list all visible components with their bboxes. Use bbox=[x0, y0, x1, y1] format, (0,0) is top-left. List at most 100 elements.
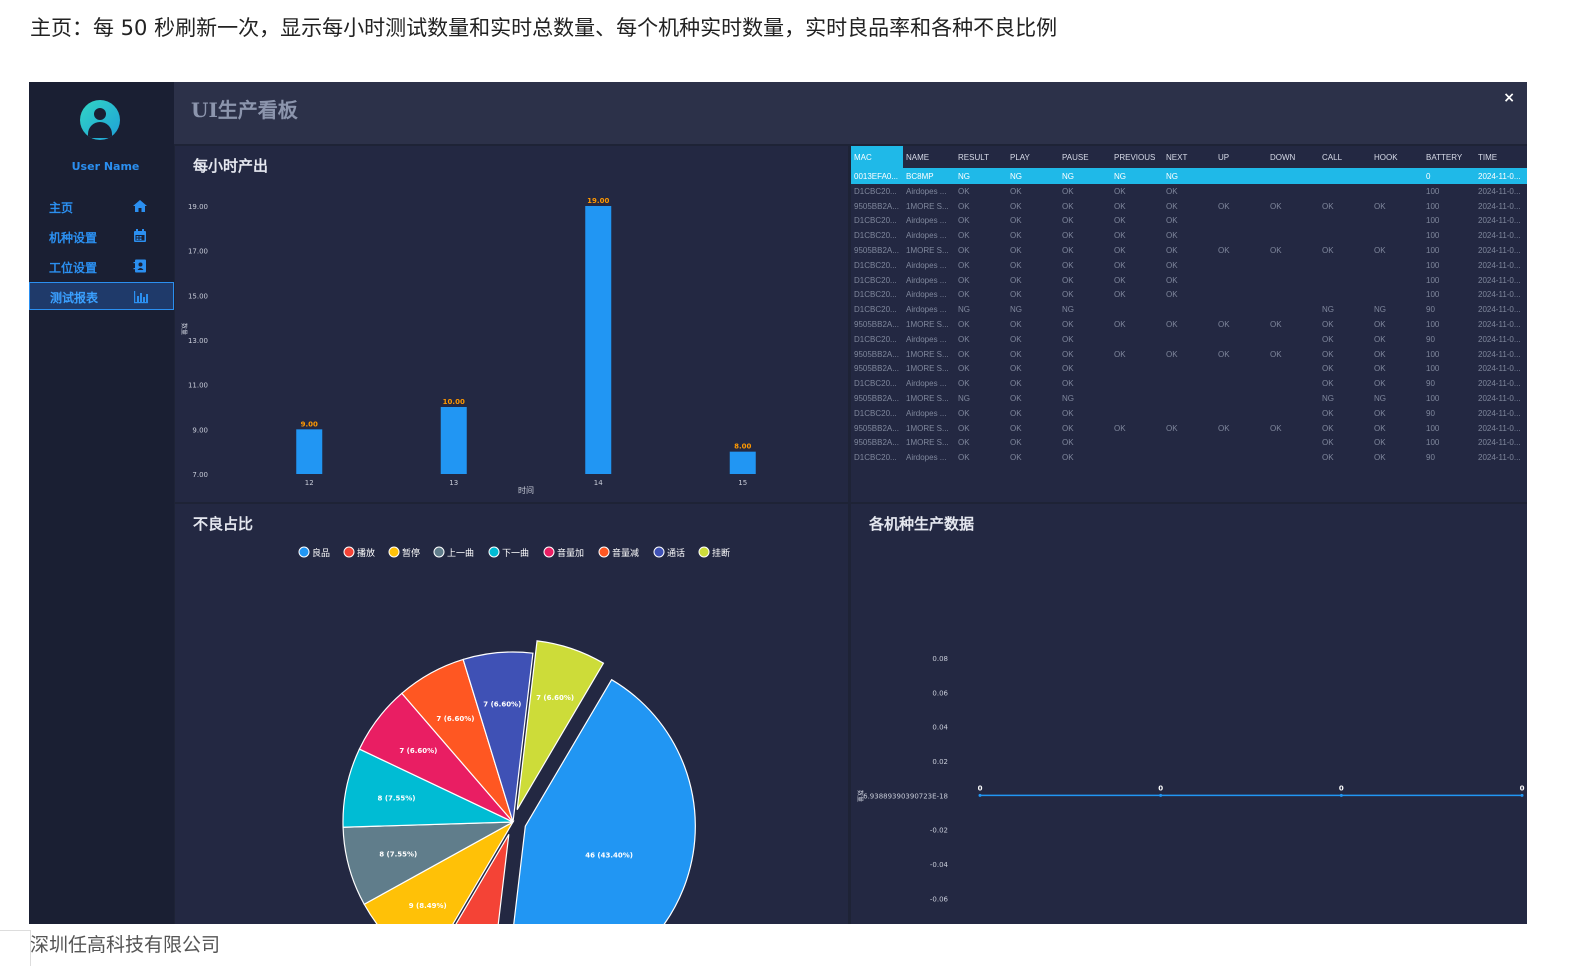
table-cell bbox=[1319, 168, 1371, 184]
table-cell bbox=[1319, 258, 1371, 273]
table-header-previous[interactable]: PREVIOUS bbox=[1111, 146, 1163, 168]
table-cell: OK bbox=[1114, 246, 1126, 256]
table-cell bbox=[1319, 273, 1371, 288]
table-row[interactable]: 0013EFA0... BC8MP NG NG NG NG NG 0 2024-11-0... bbox=[851, 168, 1527, 184]
table-cell bbox=[1267, 168, 1319, 184]
table-cell bbox=[1215, 258, 1267, 273]
table-cell: NG bbox=[1374, 394, 1386, 404]
table-cell: 100 bbox=[1426, 260, 1440, 270]
table-row[interactable]: 9505BB2A... 1MORE S... OK OK OK OK OK OK OK OK OK 1… bbox=[851, 243, 1527, 258]
table-cell bbox=[1163, 436, 1215, 451]
table-header-pause[interactable]: PAUSE bbox=[1059, 146, 1111, 168]
y-tick-label: -0.02 bbox=[930, 827, 948, 835]
table-cell bbox=[1215, 168, 1267, 184]
table-header-up[interactable]: UP bbox=[1215, 146, 1267, 168]
table-row[interactable]: D1CBC20... Airdopes ... OK OK OK OK OK 100 2024-… bbox=[851, 273, 1527, 288]
sidebar-item-test-report[interactable]: 测试报表 bbox=[29, 282, 174, 310]
table-cell: OK bbox=[1010, 201, 1022, 211]
sidebar-item-home[interactable]: 主页 bbox=[29, 193, 174, 221]
table-header-battery[interactable]: BATTERY bbox=[1423, 146, 1475, 168]
legend-label: 挂断 bbox=[712, 547, 730, 559]
table-row[interactable]: 9505BB2A... 1MORE S... OK OK OK OK OK OK OK OK OK 1… bbox=[851, 199, 1527, 214]
table-row[interactable]: D1CBC20... Airdopes ... OK OK OK OK OK 100 2024-… bbox=[851, 214, 1527, 229]
table-row[interactable]: D1CBC20... Airdopes ... NG NG NG NG NG 90 2024-1… bbox=[851, 302, 1527, 317]
table-row[interactable]: D1CBC20... Airdopes ... OK OK OK OK OK 90 2024-1… bbox=[851, 376, 1527, 391]
table-row[interactable]: D1CBC20... Airdopes ... OK OK OK OK OK 90 2024-1… bbox=[851, 332, 1527, 347]
table-cell: OK bbox=[958, 275, 970, 285]
table-cell: OK bbox=[1010, 423, 1022, 433]
table-header-hook[interactable]: HOOK bbox=[1371, 146, 1423, 168]
table-cell: OK bbox=[1062, 453, 1074, 463]
table-cell: 2024-11-0... bbox=[1478, 201, 1521, 211]
table-header-play[interactable]: PLAY bbox=[1007, 146, 1059, 168]
table-row[interactable]: 9505BB2A... 1MORE S... OK OK OK OK OK OK OK OK OK 1… bbox=[851, 421, 1527, 436]
table-cell bbox=[1319, 288, 1371, 303]
table-cell: 100 bbox=[1426, 186, 1440, 196]
sidebar-item-station-settings[interactable]: 工位设置 bbox=[29, 253, 174, 281]
table-cell: OK bbox=[1218, 246, 1230, 256]
y-tick-label: 7.00 bbox=[192, 471, 208, 479]
table-header-name[interactable]: NAME bbox=[903, 146, 955, 168]
table-header-down[interactable]: DOWN bbox=[1267, 146, 1319, 168]
table-cell bbox=[1163, 362, 1215, 377]
table-cell: OK bbox=[958, 216, 970, 226]
table-row[interactable]: 9505BB2A... 1MORE S... NG OK NG NG NG 100 2024-1… bbox=[851, 391, 1527, 406]
table-cell: OK bbox=[1218, 201, 1230, 211]
table-cell: 1MORE S... bbox=[906, 349, 949, 359]
table-row[interactable]: D1CBC20... Airdopes ... OK OK OK OK OK 90 2024-1… bbox=[851, 450, 1527, 465]
table-cell: 90 bbox=[1426, 453, 1435, 463]
table-cell: 100 bbox=[1426, 275, 1440, 285]
table-cell: OK bbox=[1166, 260, 1178, 270]
app-title: UI生产看板 bbox=[191, 98, 298, 122]
table-cell: OK bbox=[1322, 349, 1334, 359]
table-cell: OK bbox=[958, 201, 970, 211]
legend-label: 通话 bbox=[667, 547, 685, 559]
pie-slice-label: 7 (6.60%) bbox=[399, 747, 437, 755]
table-header-result[interactable]: RESULT bbox=[955, 146, 1007, 168]
table-header-time[interactable]: TIME bbox=[1475, 146, 1527, 168]
pie-slice-label: 7 (6.60%) bbox=[436, 715, 474, 723]
table-cell: NG bbox=[958, 394, 970, 404]
table-cell: OK bbox=[1114, 216, 1126, 226]
table-cell bbox=[1215, 302, 1267, 317]
table-cell: OK bbox=[958, 453, 970, 463]
table-cell: OK bbox=[1166, 290, 1178, 300]
table-cell: OK bbox=[1374, 334, 1386, 344]
y-tick-label: -0.04 bbox=[930, 861, 949, 869]
table-cell: OK bbox=[958, 246, 970, 256]
table-cell: 2024-11-0... bbox=[1478, 408, 1521, 418]
table-cell: OK bbox=[1322, 320, 1334, 330]
table-header-next[interactable]: NEXT bbox=[1163, 146, 1215, 168]
table-cell: OK bbox=[1114, 201, 1126, 211]
table-row[interactable]: D1CBC20... Airdopes ... OK OK OK OK OK 90 2024-1… bbox=[851, 406, 1527, 421]
avatar[interactable] bbox=[80, 100, 120, 140]
table-row[interactable]: 9505BB2A... 1MORE S... OK OK OK OK OK OK OK OK OK 1… bbox=[851, 347, 1527, 362]
table-cell: OK bbox=[1062, 438, 1074, 448]
table-row[interactable]: 9505BB2A... 1MORE S... OK OK OK OK OK 100 2024-1… bbox=[851, 436, 1527, 451]
table-cell: OK bbox=[958, 364, 970, 374]
table-cell bbox=[1215, 273, 1267, 288]
table-row[interactable]: D1CBC20... Airdopes ... OK OK OK OK OK 100 2024-… bbox=[851, 288, 1527, 303]
table-header-mac[interactable]: MAC bbox=[851, 146, 903, 168]
legend-label: 音量减 bbox=[612, 547, 639, 559]
table-cell: 90 bbox=[1426, 379, 1435, 389]
table-cell: OK bbox=[1010, 186, 1022, 196]
table-row[interactable]: 9505BB2A... 1MORE S... OK OK OK OK OK 100 2024-1… bbox=[851, 362, 1527, 377]
data-point-label: 0 bbox=[1520, 784, 1525, 792]
table-row[interactable]: D1CBC20... Airdopes ... OK OK OK OK OK 100 2024-… bbox=[851, 258, 1527, 273]
table-cell: OK bbox=[1010, 260, 1022, 270]
table-row[interactable]: D1CBC20... Airdopes ... OK OK OK OK OK 100 2024-… bbox=[851, 228, 1527, 243]
table-cell: OK bbox=[1166, 423, 1178, 433]
table-cell: OK bbox=[1062, 408, 1074, 418]
table-cell: 2024-11-0... bbox=[1478, 364, 1521, 374]
table-cell: OK bbox=[1218, 349, 1230, 359]
table-header-call[interactable]: CALL bbox=[1319, 146, 1371, 168]
table-cell bbox=[1267, 406, 1319, 421]
table-row[interactable]: D1CBC20... Airdopes ... OK OK OK OK OK 100 2024-… bbox=[851, 184, 1527, 199]
table-row[interactable]: 9505BB2A... 1MORE S... OK OK OK OK OK OK OK OK OK 1… bbox=[851, 317, 1527, 332]
table-cell: OK bbox=[1270, 201, 1282, 211]
table-cell: OK bbox=[1322, 334, 1334, 344]
close-button[interactable]: × bbox=[1503, 90, 1515, 106]
table-cell: 2024-11-0... bbox=[1478, 334, 1521, 344]
sidebar-item-model-settings[interactable]: 机种设置 bbox=[29, 223, 174, 251]
